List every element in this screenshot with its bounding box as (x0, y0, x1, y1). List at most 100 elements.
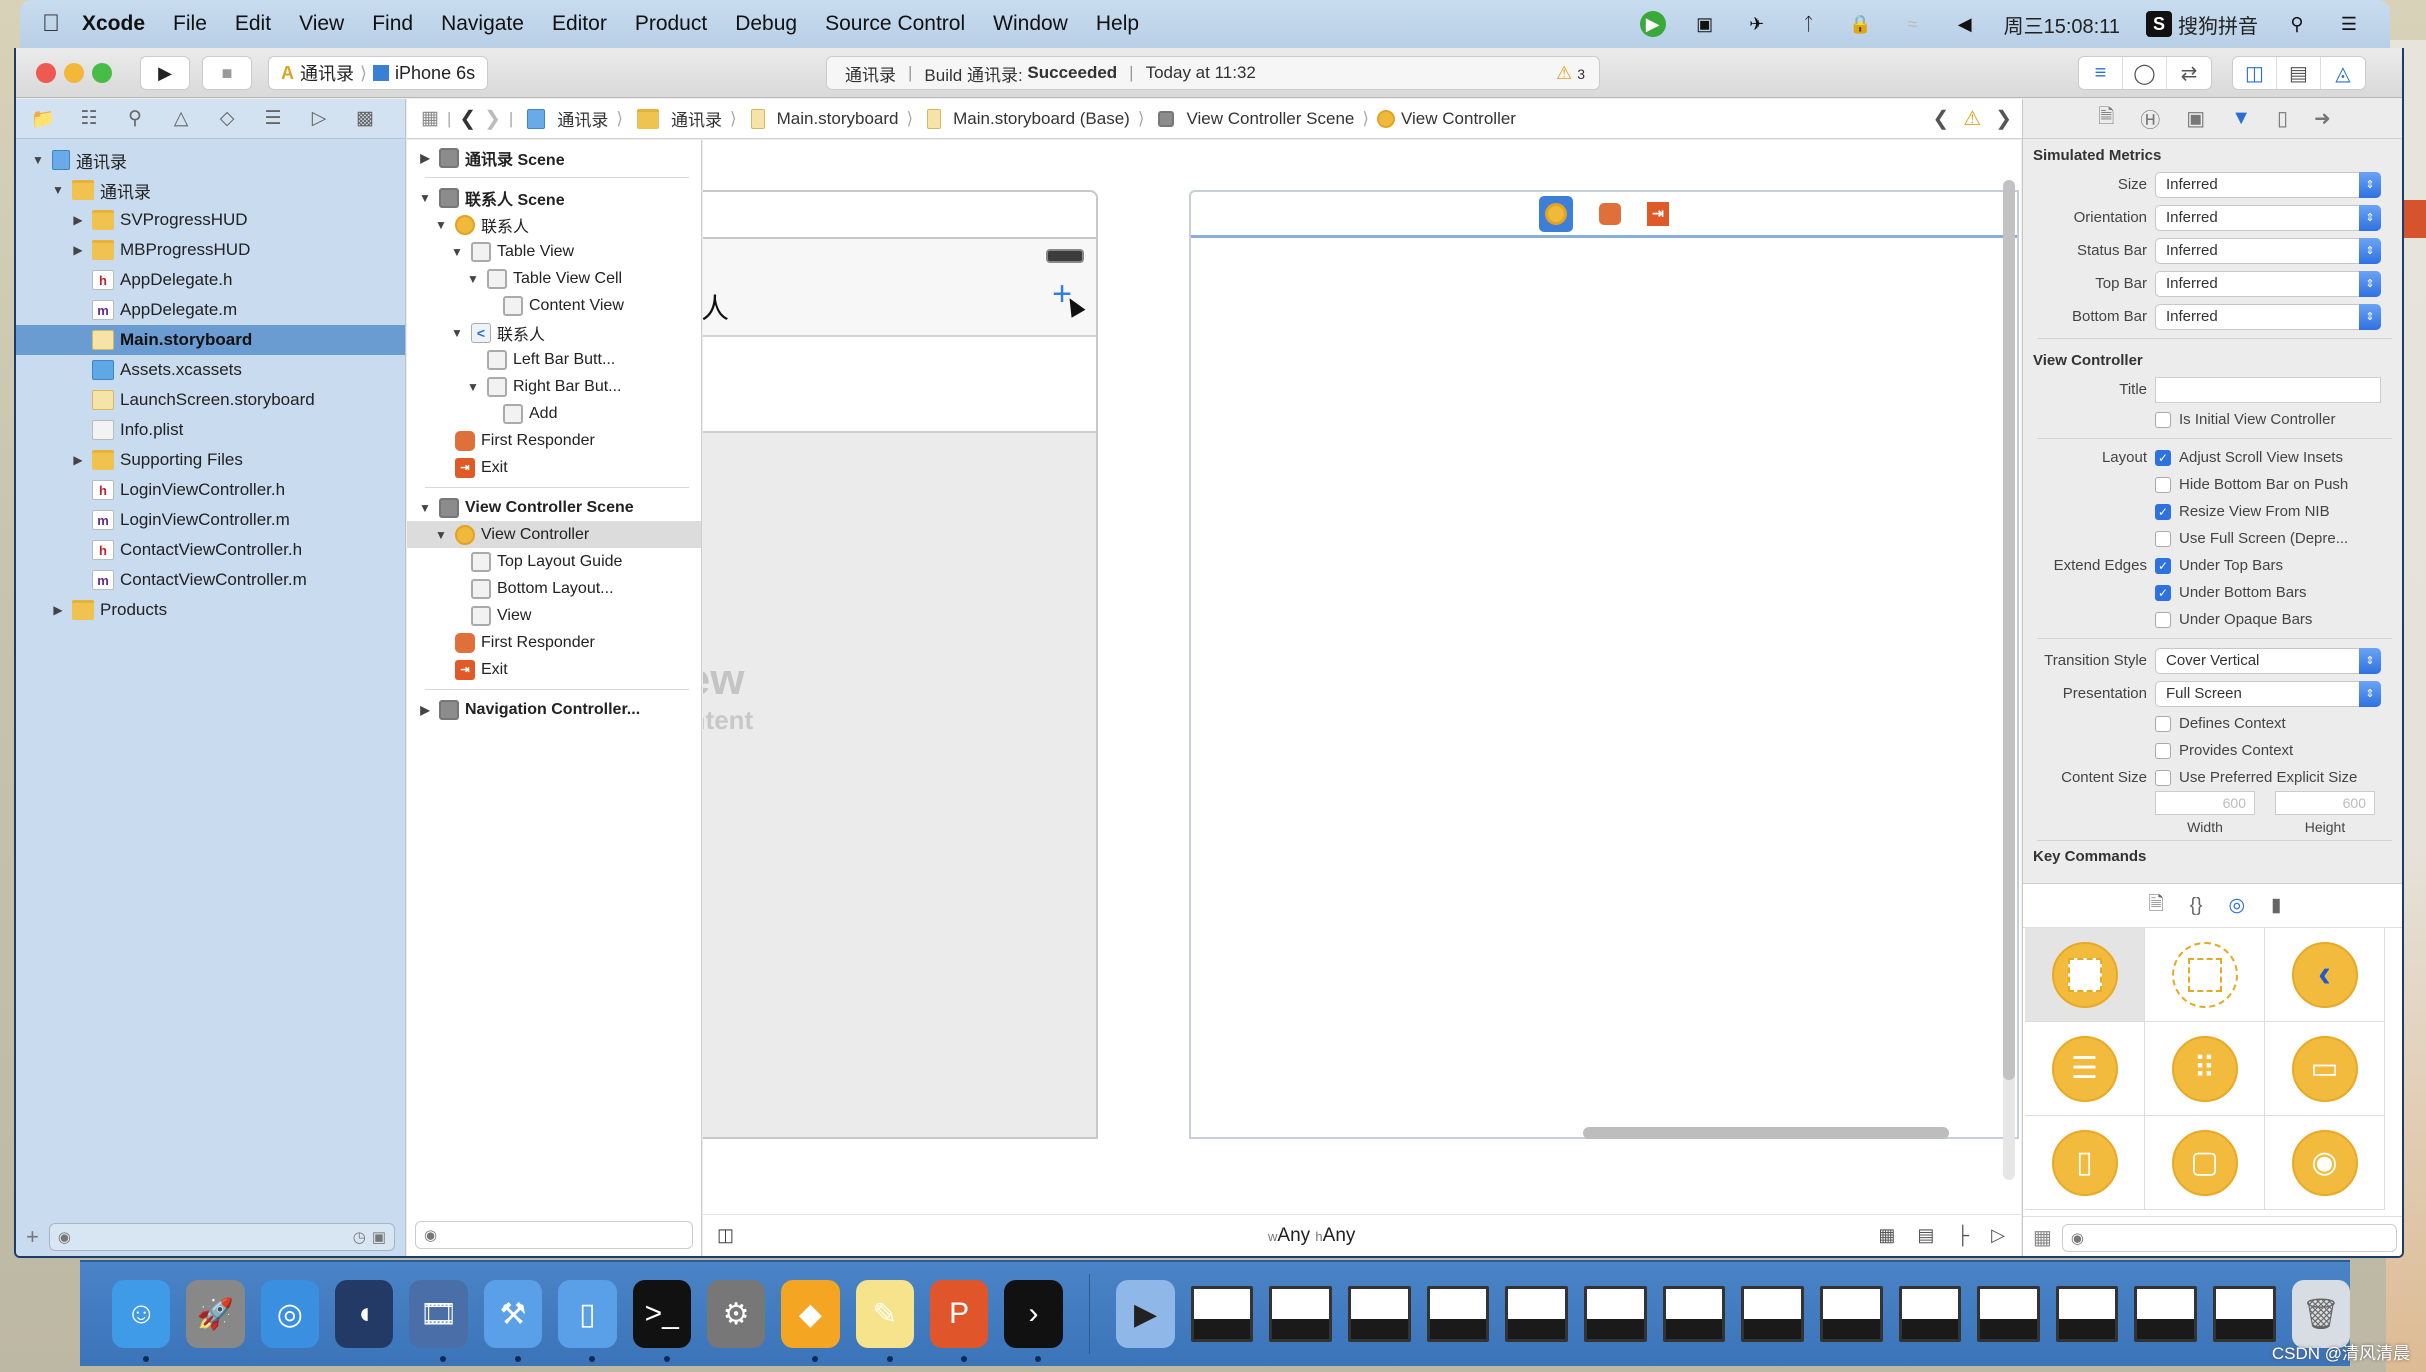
outline-item[interactable]: Top Layout Guide (407, 548, 701, 575)
assistant-editor-icon[interactable]: ◯ (2123, 57, 2167, 89)
layout-option-row[interactable]: Hide Bottom Bar on Push (2027, 471, 2402, 498)
file-tree-item[interactable]: m AppDelegate.m (16, 295, 405, 325)
wifi-icon[interactable]: ≈ (1900, 11, 1926, 37)
warning-badge[interactable]: ⚠ 3 (1556, 63, 1585, 84)
outline-item[interactable]: Content View (407, 292, 701, 319)
file-tree-item[interactable]: Assets.xcassets (16, 355, 405, 385)
horizontal-scrollbar[interactable] (1583, 1127, 1949, 1139)
outline-item[interactable]: First Responder (407, 629, 701, 656)
minimized-window[interactable] (1898, 1286, 1962, 1342)
identity-inspector-icon[interactable]: ▣ (2186, 106, 2205, 131)
dock-app-xcode[interactable]: ⚒ (483, 1280, 543, 1362)
metric-popup[interactable]: Inferred ⇕ (2155, 237, 2381, 264)
spotlight-search-icon[interactable]: ⚲ (2284, 11, 2310, 37)
library-item-storyboard-reference[interactable] (2145, 928, 2265, 1022)
file-tree-item[interactable]: ▼ 通讯录 (16, 175, 405, 205)
standard-editor-icon[interactable]: ≡ (2079, 57, 2123, 89)
minimized-window[interactable] (2134, 1286, 2198, 1342)
extend-edges-option-row[interactable]: Under Opaque Bars (2027, 606, 2402, 633)
content-size-checkbox[interactable] (2155, 769, 2171, 786)
disclosure-open-icon[interactable]: ▼ (433, 218, 449, 232)
file-tree-item[interactable]: h ContactViewController.h (16, 535, 405, 565)
content-size-row[interactable]: Content Size Use Preferred Explicit Size (2027, 764, 2402, 791)
connections-inspector-icon[interactable]: ➜ (2314, 106, 2331, 131)
outline-item[interactable]: First Responder (407, 427, 701, 454)
minimized-window[interactable] (2055, 1286, 2119, 1342)
breadcrumb-project[interactable]: 通讯录 (521, 106, 608, 131)
quick-help-icon[interactable]: Ⓗ (2140, 104, 2160, 133)
minimized-window[interactable] (1662, 1286, 1726, 1342)
menu-help[interactable]: Help (1096, 12, 1139, 36)
height-input[interactable]: 600 (2275, 791, 2375, 815)
contacts-scene[interactable]: 人 + View Content (703, 190, 1098, 1139)
disclosure-open-icon[interactable]: ▼ (417, 501, 433, 515)
outline-item[interactable]: ▼ Table View Cell (407, 265, 701, 292)
layout-option-row[interactable]: Layout ✓ Adjust Scroll View Insets (2027, 444, 2402, 471)
scrollbar-thumb[interactable] (2003, 180, 2015, 1080)
file-tree-item[interactable]: ▶ SVProgressHUD (16, 205, 405, 235)
layout-option-checkbox[interactable] (2155, 530, 2171, 547)
library-item-tab-bar-controller[interactable]: ▭ (2265, 1022, 2385, 1116)
volume-icon[interactable]: ◀ (1952, 11, 1978, 37)
dock-app-console[interactable]: › (1004, 1280, 1063, 1362)
library-item-table-view-controller[interactable]: ☰ (2025, 1022, 2145, 1116)
dock-app-media-player[interactable]: ▶ (1116, 1280, 1175, 1348)
library-item-glkit-view-controller[interactable]: ◉ (2265, 1116, 2385, 1210)
layout-option-row[interactable]: Use Full Screen (Depre... (2027, 525, 2402, 552)
menu-find[interactable]: Find (372, 12, 413, 36)
attributes-inspector-icon[interactable]: ▼ (2231, 107, 2251, 130)
minimized-window[interactable] (1348, 1286, 1411, 1342)
dock-app-photo-booth[interactable]: 🎞 (409, 1280, 468, 1362)
file-tree-item[interactable]: ▶ Supporting Files (16, 445, 405, 475)
extend-edges-option-checkbox[interactable] (2155, 611, 2171, 628)
next-issue-button[interactable]: ❯ (1995, 106, 2012, 131)
dock-app-mouse[interactable]: ◖ (335, 1280, 394, 1348)
warning-icon[interactable]: ⚠ (1963, 106, 1981, 131)
version-editor-icon[interactable]: ⇄ (2167, 57, 2211, 89)
file-template-icon[interactable]: 🗎 (2148, 890, 2163, 922)
toggle-debug-area-icon[interactable]: ▤ (2277, 57, 2321, 89)
dock-app-simulator[interactable]: ▯ (558, 1280, 617, 1362)
minimized-window[interactable] (1426, 1286, 1490, 1342)
file-tree-item[interactable]: Info.plist (16, 415, 405, 445)
dock-app-system-preferences[interactable]: ⚙ (706, 1280, 766, 1348)
object-library-icon[interactable]: ◎ (2228, 894, 2245, 917)
source-control-filter-icon[interactable]: ▣ (372, 1228, 386, 1246)
outline-item[interactable]: ▼ Table View (407, 238, 701, 265)
view-controller-dock-button[interactable] (1539, 195, 1573, 232)
disclosure-closed-icon[interactable]: ▶ (70, 213, 86, 227)
file-tree-item[interactable]: ▶ Products (16, 595, 405, 625)
library-filter-input[interactable]: ◉ (2061, 1223, 2397, 1252)
disclosure-open-icon[interactable]: ▼ (30, 153, 46, 167)
menu-view[interactable]: View (299, 12, 344, 36)
file-tree-item[interactable]: h LoginViewController.h (16, 475, 405, 505)
embed-in-stack-icon[interactable]: ▦ (1878, 1225, 1895, 1246)
metric-popup[interactable]: Inferred ⇕ (2155, 303, 2381, 330)
size-inspector-icon[interactable]: ▯ (2277, 106, 2288, 131)
apple-menu-icon[interactable]:  (42, 10, 82, 38)
extend-edges-option-checkbox[interactable]: ✓ (2155, 557, 2171, 574)
search-icon[interactable]: ⚲ (122, 106, 148, 132)
disclosure-open-icon[interactable]: ▼ (433, 528, 449, 542)
menu-app-name[interactable]: Xcode (82, 12, 145, 36)
test-icon[interactable]: ◇ (214, 106, 240, 132)
first-responder-icon[interactable] (1599, 202, 1621, 225)
outline-item[interactable]: Add (407, 400, 701, 427)
disclosure-closed-icon[interactable]: ▶ (70, 243, 86, 257)
minimized-window[interactable] (1269, 1286, 1333, 1342)
outline-item[interactable]: ▼ 联系人 (407, 211, 701, 238)
width-input[interactable]: 600 (2155, 791, 2255, 815)
disclosure-open-icon[interactable]: ▼ (417, 191, 433, 205)
outline-item[interactable]: Bottom Layout... (407, 575, 701, 602)
outline-item[interactable]: Left Bar Butt... (407, 346, 701, 373)
outline-item[interactable]: ▼ 联系人 Scene (407, 184, 701, 211)
context-option-checkbox[interactable] (2155, 715, 2171, 732)
forward-button[interactable]: ❯ (484, 106, 501, 131)
exit-icon[interactable]: ⇥ (1647, 201, 1669, 226)
layout-option-row[interactable]: ✓ Resize View From NIB (2027, 498, 2402, 525)
metric-popup[interactable]: Inferred ⇕ (2155, 171, 2381, 198)
previous-issue-button[interactable]: ❮ (1933, 106, 1950, 131)
grid-list-toggle-icon[interactable]: ▦ (2033, 1225, 2052, 1250)
disclosure-closed-icon[interactable]: ▶ (417, 703, 433, 717)
dock-app-terminal[interactable]: >_ (632, 1280, 691, 1362)
